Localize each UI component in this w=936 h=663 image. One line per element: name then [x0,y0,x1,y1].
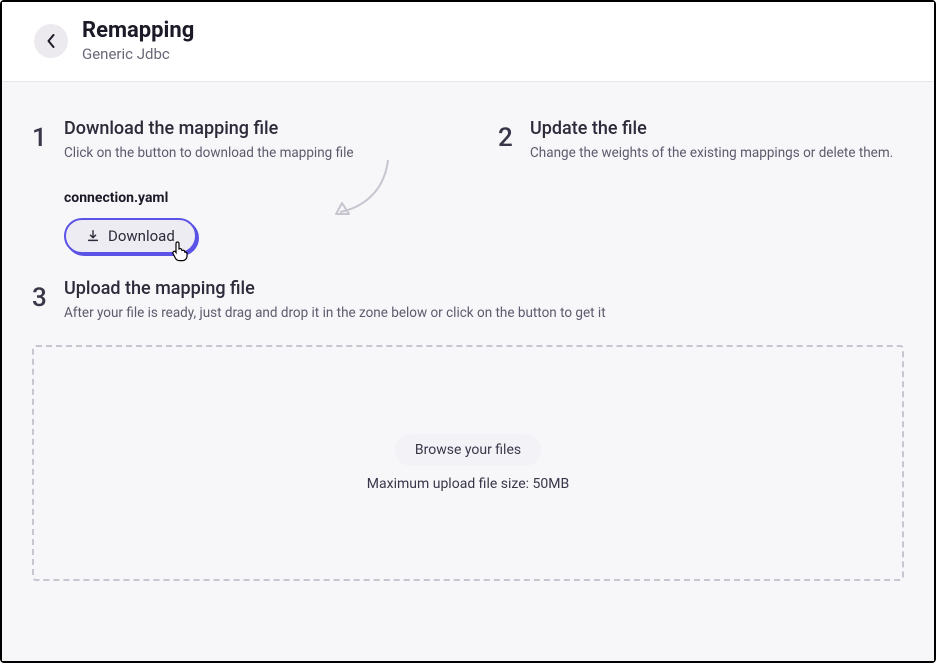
page-title: Remapping [82,18,194,43]
upload-dropzone[interactable]: Browse your files Maximum upload file si… [32,345,904,581]
step-desc: Click on the button to download the mapp… [64,144,438,164]
browse-files-button[interactable]: Browse your files [395,434,541,466]
step-title: Upload the mapping file [64,278,624,299]
chevron-left-icon [47,34,55,48]
header-titles: Remapping Generic Jdbc [82,18,194,63]
download-button[interactable]: Download [64,218,197,254]
step-1: 1 Download the mapping file Click on the… [32,118,438,254]
download-button-wrap: Download [64,218,197,254]
step-number: 3 [32,278,48,313]
steps-row: 1 Download the mapping file Click on the… [32,118,904,254]
step-number: 1 [32,118,48,153]
max-upload-text: Maximum upload file size: 50MB [367,476,569,492]
download-button-label: Download [108,227,175,245]
back-button[interactable] [34,24,68,58]
browse-files-label: Browse your files [415,442,521,458]
step-title: Download the mapping file [64,118,438,139]
step-desc: Change the weights of the existing mappi… [530,144,904,164]
step-title: Update the file [530,118,904,139]
step-2: 2 Update the file Change the weights of … [498,118,904,164]
step-3: 3 Upload the mapping file After your fil… [32,278,904,324]
page-subtitle: Generic Jdbc [82,45,194,63]
page-header: Remapping Generic Jdbc [2,2,934,82]
download-icon [86,229,100,243]
step-desc: After your file is ready, just drag and … [64,304,624,324]
filename-label: connection.yaml [64,190,438,206]
step-body: Download the mapping file Click on the b… [64,118,438,254]
step-body: Update the file Change the weights of th… [530,118,904,164]
step-body: Upload the mapping file After your file … [64,278,624,324]
content-area: 1 Download the mapping file Click on the… [2,82,934,661]
step-number: 2 [498,118,514,153]
